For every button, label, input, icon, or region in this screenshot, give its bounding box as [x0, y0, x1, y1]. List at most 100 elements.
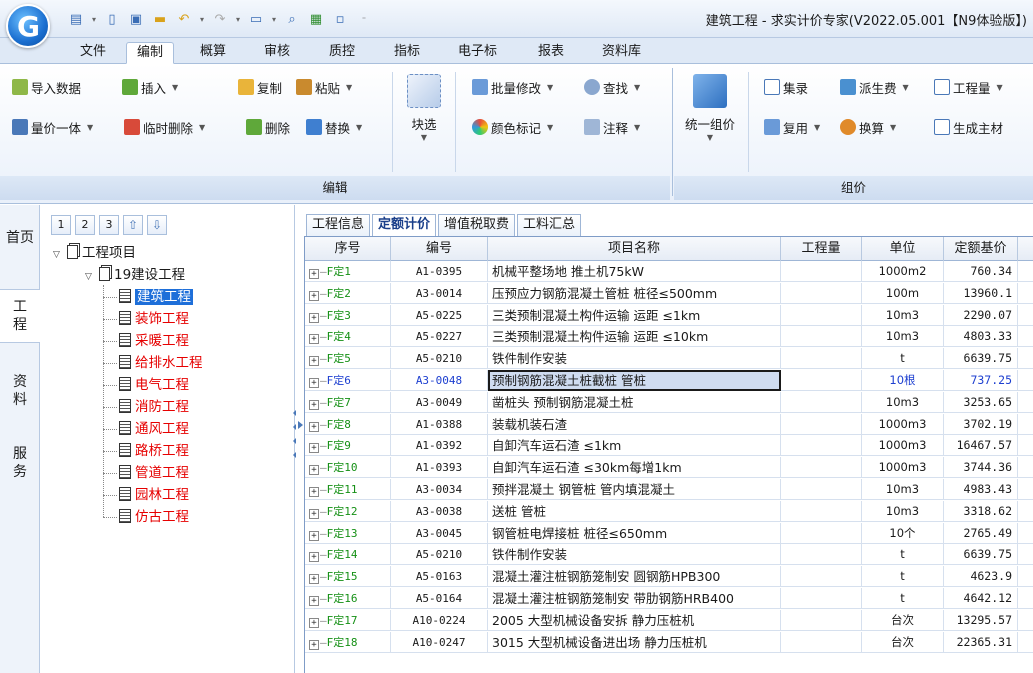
expand-plus-icon[interactable]: + — [309, 487, 319, 497]
cell-unit[interactable]: 1000m3 — [862, 435, 944, 457]
cell-qty[interactable] — [781, 522, 862, 544]
cell-seq[interactable]: + —F定5 — [305, 348, 391, 370]
expand-plus-icon[interactable]: + — [309, 378, 319, 388]
col-header-price[interactable]: 定额基价 — [944, 237, 1018, 261]
cell-qty[interactable] — [781, 609, 862, 631]
cell-name[interactable]: 预拌混凝土 钢管桩 管内填混凝土 — [488, 479, 781, 500]
cell-name[interactable]: 钢管桩电焊接桩 桩径≤650mm — [488, 522, 781, 544]
expand-plus-icon[interactable]: + — [309, 421, 319, 432]
tab-vat-fees[interactable]: 增值税取费 — [438, 214, 516, 236]
cell-seq[interactable]: + —F定10 — [305, 457, 391, 479]
cell-name[interactable]: 预制钢筋混凝土桩截桩 管桩 — [488, 370, 781, 391]
tab-material-summary[interactable]: 工料汇总 — [517, 214, 582, 236]
tree-item[interactable]: 园林工程 — [119, 485, 189, 505]
tree-item[interactable]: 电气工程 — [119, 375, 189, 395]
cell-unit[interactable]: 1000m2 — [862, 261, 944, 282]
table-row[interactable]: + —F定8 A1-0388 装载机装石渣 1000m3 3702.19 — [298, 413, 1033, 435]
cell-price[interactable]: 3702.19 — [944, 413, 1018, 435]
expand-plus-icon[interactable]: + — [309, 465, 319, 476]
collapse-arrow-icon[interactable]: ▽ — [85, 267, 99, 287]
cell-qty[interactable] — [781, 631, 862, 653]
nav-materials[interactable]: 资料 — [0, 373, 40, 409]
cell-qty[interactable] — [781, 391, 862, 413]
cell-seq[interactable]: + —F定15 — [305, 566, 391, 588]
cell-code[interactable]: A5-0210 — [391, 348, 488, 370]
nav-service[interactable]: 服务 — [0, 445, 40, 481]
cell-unit[interactable]: 10m3 — [862, 500, 944, 522]
cell-price[interactable]: 2765.49 — [944, 522, 1018, 544]
tab-reports[interactable]: 报表 — [528, 42, 574, 64]
cell-price[interactable]: 22365.31 — [944, 631, 1018, 653]
table-row[interactable]: + —F定2 A3-0014 压预应力钢筋混凝土管桩 桩径≤500mm 100m 1396… — [305, 282, 1033, 304]
cell-name[interactable]: 机械平整场地 推土机75kW — [488, 261, 781, 282]
col-header-unit[interactable]: 单位 — [862, 237, 944, 261]
tree-project[interactable]: ▽ 19建设工程 — [85, 265, 185, 285]
cell-seq[interactable]: + —F定8 — [305, 413, 391, 435]
cell-code[interactable]: A3-0038 — [391, 500, 488, 522]
cell-seq[interactable]: + —F定12 — [305, 500, 391, 522]
cell-code[interactable]: A1-0395 — [391, 261, 488, 282]
cell-price[interactable]: 4623.9 — [944, 566, 1018, 588]
cell-unit[interactable]: t — [862, 544, 944, 566]
cell-price[interactable]: 2290.07 — [944, 304, 1018, 326]
tree-root[interactable]: ▽ 工程项目 — [53, 243, 136, 263]
cell-seq[interactable]: + —F定4 — [305, 326, 391, 348]
tree-item[interactable]: 给排水工程 — [119, 353, 203, 373]
unified-pricing-button[interactable]: 统一组价 ▼ — [680, 74, 740, 142]
cell-qty[interactable] — [781, 282, 862, 304]
table-row[interactable]: + —F定12 A3-0038 送桩 管桩 10m3 3318.62 — [305, 500, 1033, 522]
expand-plus-icon[interactable]: + — [309, 356, 319, 367]
cell-code[interactable]: A1-0393 — [391, 457, 488, 479]
expand-plus-icon[interactable]: + — [309, 334, 319, 345]
save-icon[interactable]: ▣ — [126, 10, 146, 28]
cell-seq[interactable]: + —F定11 — [305, 479, 391, 500]
table-row[interactable]: + —F定4 A5-0227 三类预制混凝土构件运输 运距 ≤10km 10m3 4803… — [305, 326, 1033, 348]
cell-qty[interactable] — [781, 544, 862, 566]
cell-unit[interactable]: 10m3 — [862, 304, 944, 326]
replace-button[interactable]: 替换 ▼ — [306, 116, 362, 138]
redo-icon[interactable]: ↷ — [210, 10, 230, 28]
cell-price[interactable]: 3253.65 — [944, 391, 1018, 413]
paste-button[interactable]: 粘贴 ▼ — [296, 76, 352, 98]
cell-seq[interactable]: + —F定6 — [305, 370, 391, 391]
cell-seq[interactable]: + —F定3 — [305, 304, 391, 326]
undo-icon[interactable]: ↶ — [174, 10, 194, 28]
tree-item[interactable]: 路桥工程 — [119, 441, 189, 461]
temp-delete-button[interactable]: 临时删除 ▼ — [124, 116, 205, 138]
move-down-icon[interactable]: ⇩ — [147, 215, 167, 235]
tab-project-info[interactable]: 工程信息 — [306, 214, 371, 236]
new-file-icon[interactable]: ▯ — [102, 10, 122, 28]
table-row[interactable]: + —F定13 A3-0045 钢管桩电焊接桩 桩径≤650mm 10个 2765.49 — [305, 522, 1033, 544]
batch-modify-button[interactable]: 批量修改 ▼ — [472, 76, 553, 98]
cell-name[interactable]: 装载机装石渣 — [488, 413, 781, 435]
tree-item[interactable]: 采暖工程 — [119, 331, 189, 351]
cell-qty[interactable] — [781, 435, 862, 457]
tab-index[interactable]: 指标 — [384, 42, 430, 64]
cell-price[interactable]: 4642.12 — [944, 588, 1018, 609]
cell-name[interactable]: 送桩 管桩 — [488, 500, 781, 522]
tab-quota-pricing[interactable]: 定额计价 — [372, 214, 437, 236]
cell-code[interactable]: A3-0045 — [391, 522, 488, 544]
cell-price[interactable]: 3744.36 — [944, 457, 1018, 479]
attach-icon[interactable]: ▫ — [330, 10, 350, 28]
color-mark-button[interactable]: 颜色标记 ▼ — [472, 116, 553, 138]
table-row[interactable]: + —F定9 A1-0392 自卸汽车运石渣 ≤1km 1000m3 16467.57 — [305, 435, 1033, 457]
expand-plus-icon[interactable]: + — [309, 530, 319, 541]
delete-button[interactable]: 删除 — [246, 116, 290, 138]
cell-qty[interactable] — [781, 457, 862, 479]
tab-quality[interactable]: 质控 — [319, 42, 365, 64]
tree-item[interactable]: 管道工程 — [119, 463, 189, 483]
cell-name[interactable]: 三类预制混凝土构件运输 运距 ≤10km — [488, 326, 781, 348]
cell-name[interactable]: 自卸汽车运石渣 ≤30km每增1km — [488, 457, 781, 479]
cell-name[interactable]: 自卸汽车运石渣 ≤1km — [488, 435, 781, 457]
cell-qty[interactable] — [781, 479, 862, 500]
level-2-button[interactable]: 2 — [75, 215, 95, 235]
cell-seq[interactable]: + —F定7 — [305, 391, 391, 413]
table-row[interactable]: + —F定1 A1-0395 机械平整场地 推土机75kW 1000m2 760.34 — [305, 261, 1033, 282]
collect-button[interactable]: 集录 — [764, 76, 808, 98]
table-row[interactable]: + —F定11 A3-0034 预拌混凝土 钢管桩 管内填混凝土 10m3 4983.43 — [305, 479, 1033, 500]
tab-edit[interactable]: 编制 — [126, 42, 175, 64]
cell-code[interactable]: A3-0048 — [391, 370, 488, 391]
cell-name[interactable]: 压预应力钢筋混凝土管桩 桩径≤500mm — [488, 282, 781, 304]
cell-unit[interactable]: t — [862, 588, 944, 609]
